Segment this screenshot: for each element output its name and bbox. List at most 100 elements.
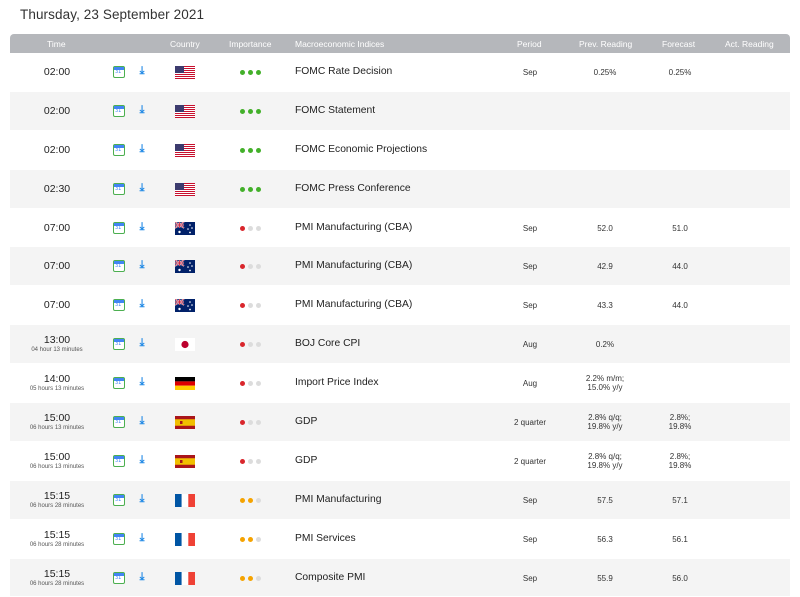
australia-flag-icon (175, 260, 195, 274)
calendar-add-icon[interactable] (113, 221, 125, 234)
importance-dot (256, 420, 261, 426)
table-row[interactable]: 15:1506 hours 28 minutes ⤓ Composite PMI Se… (10, 558, 790, 597)
column-header-importance[interactable]: Importance (229, 39, 272, 49)
download-icon[interactable]: ⤓ (136, 415, 148, 427)
table-row[interactable]: 02:00 ⤓ FOMC Statement (10, 91, 790, 131)
table-row[interactable]: 02:00 ⤓ FOMC Economic Projections (10, 130, 790, 170)
importance-dot (248, 186, 253, 192)
indicator-name[interactable]: FOMC Economic Projections (295, 144, 427, 155)
importance-dot (240, 575, 245, 581)
download-icon[interactable]: ⤓ (136, 220, 148, 233)
forecast-value: 44.0 (672, 301, 688, 311)
calendar-add-icon[interactable] (113, 299, 125, 312)
download-icon[interactable]: ⤓ (136, 570, 148, 583)
importance-dot (240, 536, 245, 542)
table-row[interactable]: 02:30 ⤓ FOMC Press Conference (10, 169, 790, 209)
indicator-name[interactable]: PMI Services (295, 533, 356, 544)
table-row[interactable]: 15:1506 hours 28 minutes ⤓ PMI Services Sep… (10, 519, 790, 559)
importance-dot (248, 342, 253, 348)
download-icon[interactable]: ⤓ (136, 259, 148, 271)
indicator-name[interactable]: GDP (295, 455, 317, 466)
japan-flag-icon (175, 338, 195, 352)
page-title: Thursday, 23 September 2021 (20, 7, 205, 22)
event-time: 02:00 (43, 143, 71, 156)
indicator-name[interactable]: PMI Manufacturing (CBA) (295, 260, 412, 271)
calendar-add-icon[interactable] (113, 493, 125, 506)
table-row[interactable]: 02:00 ⤓ FOMC Rate Decision Sep 0.25% 0.25% (10, 53, 790, 92)
download-icon[interactable]: ⤓ (136, 531, 148, 544)
column-header-country[interactable]: Country (170, 39, 200, 49)
download-icon[interactable]: ⤓ (136, 65, 148, 77)
indicator-name[interactable]: Import Price Index (295, 377, 379, 388)
importance-dot (240, 458, 245, 464)
importance-dot (256, 264, 261, 270)
previous-reading-value: 2.8% q/q; 19.8% y/y (587, 413, 623, 432)
calendar-add-icon[interactable] (113, 104, 125, 117)
indicator-name[interactable]: Composite PMI (295, 572, 365, 583)
importance-indicator (240, 186, 261, 192)
table-row[interactable]: 15:1506 hours 28 minutes ⤓ PMI Manufacturi… (10, 480, 790, 520)
importance-dot (240, 381, 245, 387)
calendar-add-icon[interactable] (113, 182, 125, 195)
table-row[interactable]: 07:00 ⤓ PMI Manufacturing (CBA) Sep 52.0 51.0 (10, 208, 790, 248)
table-row[interactable]: 13:0004 hour 13 minutes ⤓ BOJ Core CPI Aug 0… (10, 325, 790, 365)
importance-dot (256, 70, 261, 75)
column-header-indicator[interactable]: Macroeconomic Indices (295, 39, 384, 49)
importance-dot (248, 303, 253, 309)
importance-dot (248, 147, 253, 153)
calendar-add-icon[interactable] (113, 571, 125, 584)
indicator-name[interactable]: PMI Manufacturing (CBA) (295, 299, 412, 310)
importance-dot (248, 458, 253, 464)
calendar-add-icon[interactable] (113, 377, 125, 390)
download-icon[interactable]: ⤓ (136, 376, 148, 388)
download-icon[interactable]: ⤓ (136, 103, 148, 116)
indicator-name[interactable]: FOMC Statement (295, 105, 375, 116)
importance-indicator (240, 70, 261, 75)
column-header-period[interactable]: Period (517, 39, 542, 49)
table-row[interactable]: 15:0006 hours 13 minutes ⤓ GDP 2 quarter 2.8… (10, 441, 790, 481)
forecast-value: 2.8%; 19.8% (668, 451, 692, 470)
period-value: Sep (522, 495, 538, 505)
table-row[interactable]: 07:00 ⤓ PMI Manufacturing (CBA) Sep 43.3 44.0 (10, 286, 790, 326)
previous-reading-value: 43.3 (597, 301, 613, 311)
indicator-name[interactable]: BOJ Core CPI (295, 338, 360, 349)
calendar-add-icon[interactable] (113, 66, 125, 78)
download-icon[interactable]: ⤓ (136, 298, 148, 310)
event-time: 07:00 (43, 299, 71, 312)
download-icon[interactable]: ⤓ (136, 453, 148, 466)
column-header-prev-reading[interactable]: Prev. Reading (579, 39, 632, 49)
download-icon[interactable]: ⤓ (136, 492, 148, 505)
previous-reading-value: 56.3 (597, 534, 613, 544)
download-icon[interactable]: ⤓ (136, 337, 148, 349)
importance-dot (256, 497, 261, 503)
germany-flag-icon (175, 377, 195, 391)
forecast-value: 57.1 (672, 495, 688, 505)
indicator-name[interactable]: FOMC Press Conference (295, 183, 411, 194)
indicator-name[interactable]: PMI Manufacturing (CBA) (295, 222, 412, 233)
us-flag-icon (175, 66, 195, 79)
calendar-add-icon[interactable] (113, 454, 125, 467)
download-icon[interactable]: ⤓ (136, 181, 148, 194)
table-row[interactable]: 07:00 ⤓ PMI Manufacturing (CBA) Sep 42.9 44.0 (10, 247, 790, 287)
column-header-actual-reading[interactable]: Act. Reading (725, 39, 774, 49)
indicator-name[interactable]: FOMC Rate Decision (295, 66, 392, 77)
indicator-name[interactable]: PMI Manufacturing (295, 494, 381, 505)
importance-indicator (240, 381, 261, 387)
calendar-add-icon[interactable] (113, 260, 125, 273)
calendar-add-icon[interactable] (113, 338, 125, 351)
calendar-add-icon[interactable] (113, 143, 125, 156)
importance-indicator (240, 147, 261, 153)
download-icon[interactable]: ⤓ (136, 142, 148, 155)
calendar-add-icon[interactable] (113, 416, 125, 429)
indicator-name[interactable]: GDP (295, 416, 317, 427)
column-header-time[interactable]: Time (47, 39, 66, 49)
australia-flag-icon (175, 299, 195, 313)
table-row[interactable]: 14:0005 hours 13 minutes ⤓ Import Price In… (10, 364, 790, 404)
calendar-add-icon[interactable] (113, 532, 125, 545)
us-flag-icon (175, 104, 195, 118)
forecast-value: 56.0 (672, 573, 688, 583)
table-row[interactable]: 15:0006 hours 13 minutes ⤓ GDP 2 quarter 2.8… (10, 403, 790, 442)
column-header-forecast[interactable]: Forecast (662, 39, 695, 49)
previous-reading-value: 2.8% q/q; 19.8% y/y (587, 451, 623, 470)
period-value: Sep (522, 573, 538, 583)
